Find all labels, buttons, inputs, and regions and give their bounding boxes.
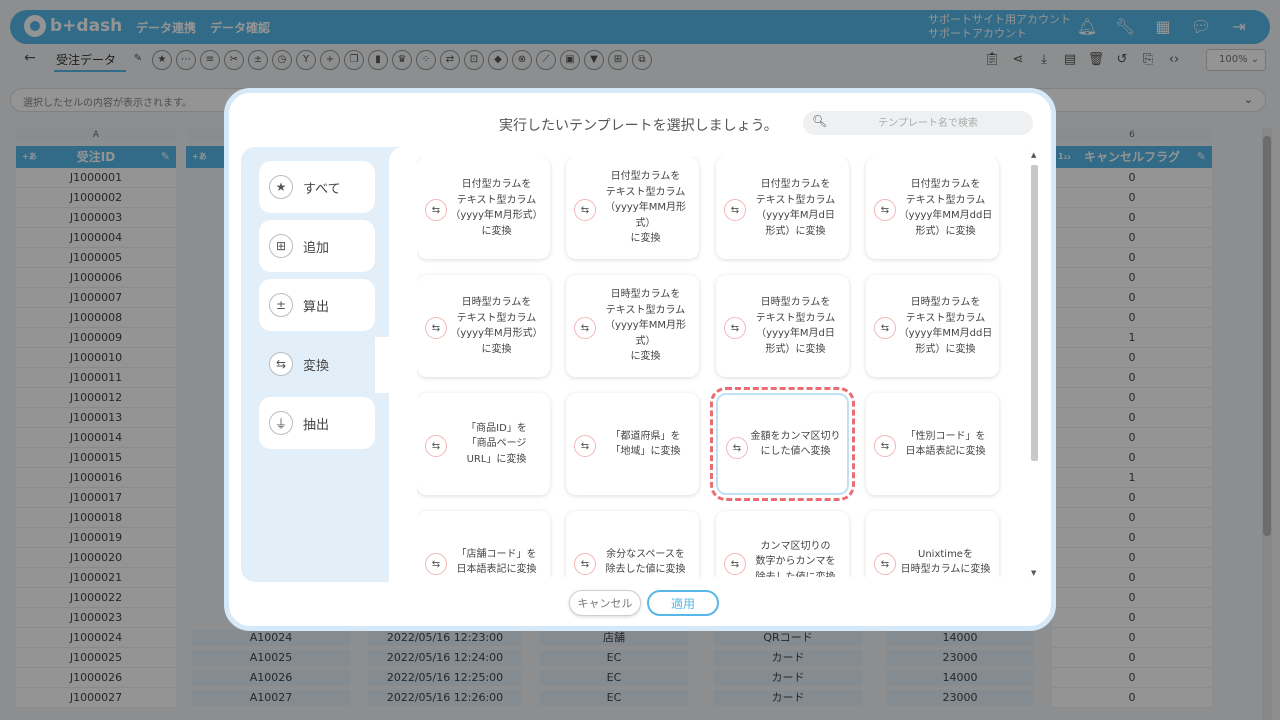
template-card[interactable]: ⇆ 日付型カラムを テキスト型カラム （yyyy年MM月形 式） に変換 xyxy=(566,157,699,259)
template-panel: ★ すべて ⊞ 追加 ± 算出 ⇆ 変換 ⏚ 抽出 ⇆ 日付型カラムを テキスト型カラム （yyyy… xyxy=(241,147,1037,582)
template-card[interactable]: ⇆ 金額をカンマ区切り にした値へ変換 xyxy=(710,387,855,501)
cancel-button[interactable]: キャンセル xyxy=(569,590,641,616)
template-label: 日時型カラムを テキスト型カラム （yyyy年MM月形 式） に変換 xyxy=(605,289,686,363)
template-card[interactable]: ⇆ カンマ区切りの 数字からカンマを 除去した値に変換 xyxy=(716,511,849,577)
modal-scrollbar[interactable]: ▲ ▼ xyxy=(1029,151,1039,581)
template-label: 余分なスペースを 除去した値に変換 xyxy=(605,548,686,576)
convert-icon: ⇆ xyxy=(726,437,748,459)
template-card[interactable]: ⇆ 日付型カラムを テキスト型カラム （yyyy年MM月dd日 形式）に変換 xyxy=(866,157,999,259)
template-card[interactable]: ⇆ 余分なスペースを 除去した値に変換 xyxy=(566,511,699,577)
category-filter[interactable]: ⏚ 抽出 xyxy=(259,397,375,449)
convert-icon: ⇆ xyxy=(425,199,447,221)
template-search-input[interactable] xyxy=(833,114,1023,132)
template-label: 日時型カラムを テキスト型カラム （yyyy年MM月dd日 形式）に変換 xyxy=(898,297,993,355)
convert-icon: ⇆ xyxy=(874,435,896,457)
active-tab-connector xyxy=(375,337,393,393)
convert-icon: ⇆ xyxy=(724,553,746,575)
apply-button[interactable]: 適用 xyxy=(647,590,719,616)
template-label: 日時型カラムを テキスト型カラム （yyyy年M月d日 形式）に変換 xyxy=(755,297,836,355)
convert-icon: ⇆ xyxy=(874,317,896,339)
template-label: カンマ区切りの 数字からカンマを 除去した値に変換 xyxy=(755,540,836,577)
template-card[interactable]: ⇆ 日時型カラムを テキスト型カラム （yyyy年M月d日 形式）に変換 xyxy=(716,275,849,377)
template-label: 日付型カラムを テキスト型カラム （yyyy年M月形式） に変換 xyxy=(450,179,543,237)
template-label: 「都道府県」を 「地域」に変換 xyxy=(610,430,681,458)
modal-scrollbar-thumb[interactable] xyxy=(1031,165,1038,461)
scroll-up-icon[interactable]: ▲ xyxy=(1031,151,1036,159)
template-label: 金額をカンマ区切り にした値へ変換 xyxy=(750,430,841,458)
template-card[interactable]: ⇆ 「店舗コード」を 日本語表記に変換 xyxy=(417,511,550,577)
template-label: 「店舗コード」を 日本語表記に変換 xyxy=(456,548,537,576)
convert-icon: ⇆ xyxy=(425,553,447,575)
convert-icon: ⇆ xyxy=(724,199,746,221)
convert-icon: ⇆ xyxy=(269,352,293,376)
category-label: すべて xyxy=(303,181,341,197)
template-select-modal: 実行したいテンプレートを選択しましょう。 🔍︎ ★ すべて ⊞ 追加 ± 算出 ⇆ 変換 ⏚ 抽出… xyxy=(224,88,1056,631)
template-label: 日付型カラムを テキスト型カラム （yyyy年MM月dd日 形式）に変換 xyxy=(898,179,993,237)
template-label: Unixtimeを 日時型カラムに変換 xyxy=(900,548,991,576)
calculator-icon: ± xyxy=(269,293,293,317)
template-card[interactable]: ⇆ 日付型カラムを テキスト型カラム （yyyy年M月d日 形式）に変換 xyxy=(716,157,849,259)
category-plus-square[interactable]: ⊞ 追加 xyxy=(259,220,375,272)
category-label: 変換 xyxy=(303,358,330,374)
template-card[interactable]: ⇆ 「性別コード」を 日本語表記に変換 xyxy=(866,393,999,495)
convert-icon: ⇆ xyxy=(425,435,447,457)
category-label: 追加 xyxy=(303,240,330,256)
template-label: 日付型カラムを テキスト型カラム （yyyy年M月d日 形式）に変換 xyxy=(755,179,836,237)
template-grid: ⇆ 日付型カラムを テキスト型カラム （yyyy年M月形式） に変換 ⇆ 日付型カラム… xyxy=(417,157,1007,577)
search-icon: 🔍︎ xyxy=(812,114,828,128)
plus-square-icon: ⊞ xyxy=(269,234,293,258)
convert-icon: ⇆ xyxy=(574,435,596,457)
convert-icon: ⇆ xyxy=(425,317,447,339)
template-card[interactable]: ⇆ 「都道府県」を 「地域」に変換 xyxy=(566,393,699,495)
template-card[interactable]: ⇆ 日時型カラムを テキスト型カラム （yyyy年MM月形 式） に変換 xyxy=(566,275,699,377)
convert-icon: ⇆ xyxy=(574,199,596,221)
category-convert[interactable]: ⇆ 変換 xyxy=(259,338,375,390)
convert-icon: ⇆ xyxy=(874,199,896,221)
template-label: 日時型カラムを テキスト型カラム （yyyy年M月形式） に変換 xyxy=(450,297,543,355)
modal-title: 実行したいテンプレートを選択しましょう。 xyxy=(499,118,778,134)
convert-icon: ⇆ xyxy=(574,553,596,575)
template-card[interactable]: ⇆ 「商品ID」を 「商品ページ URL」に変換 xyxy=(417,393,550,495)
star-icon: ★ xyxy=(269,175,293,199)
category-label: 抽出 xyxy=(303,417,330,433)
template-card[interactable]: ⇆ 日時型カラムを テキスト型カラム （yyyy年MM月dd日 形式）に変換 xyxy=(866,275,999,377)
template-label: 日付型カラムを テキスト型カラム （yyyy年MM月形 式） に変換 xyxy=(605,171,686,245)
convert-icon: ⇆ xyxy=(724,317,746,339)
template-label: 「商品ID」を 「商品ページ URL」に変換 xyxy=(466,422,527,465)
template-card[interactable]: ⇆ 日時型カラムを テキスト型カラム （yyyy年M月形式） に変換 xyxy=(417,275,550,377)
scroll-down-icon[interactable]: ▼ xyxy=(1031,569,1036,577)
category-star[interactable]: ★ すべて xyxy=(259,161,375,213)
template-card[interactable]: ⇆ 日付型カラムを テキスト型カラム （yyyy年M月形式） に変換 xyxy=(417,157,550,259)
category-list: ★ すべて ⊞ 追加 ± 算出 ⇆ 変換 ⏚ 抽出 xyxy=(259,161,375,456)
category-label: 算出 xyxy=(303,299,330,315)
template-card[interactable]: ⇆ Unixtimeを 日時型カラムに変換 xyxy=(866,511,999,577)
template-label: 「性別コード」を 日本語表記に変換 xyxy=(905,430,986,458)
convert-icon: ⇆ xyxy=(874,553,896,575)
category-calculator[interactable]: ± 算出 xyxy=(259,279,375,331)
convert-icon: ⇆ xyxy=(574,317,596,339)
filter-icon: ⏚ xyxy=(269,411,293,435)
template-search[interactable]: 🔍︎ xyxy=(803,111,1033,135)
